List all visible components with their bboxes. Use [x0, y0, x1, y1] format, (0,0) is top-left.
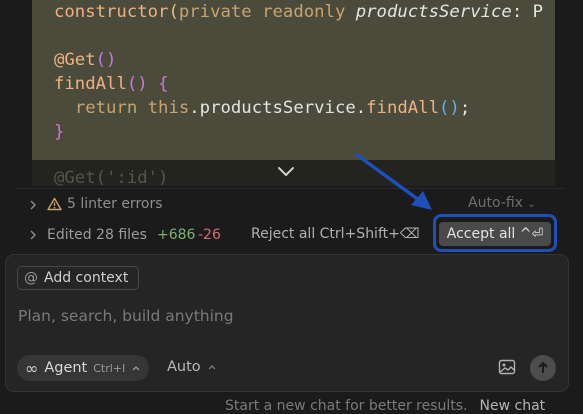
code-token: (	[168, 2, 179, 22]
code-token: private	[178, 2, 252, 22]
footer-hint: Start a new chat for better results. New …	[225, 398, 583, 414]
add-context-button[interactable]: @ Add context	[17, 266, 140, 290]
image-attach-icon[interactable]	[498, 359, 516, 375]
chevron-right-icon[interactable]	[29, 229, 37, 241]
code-token: ()	[95, 50, 117, 70]
code-token: .productsService.	[189, 98, 367, 118]
agent-mode-selector[interactable]: ∞ Agent Ctrl+I	[17, 355, 150, 381]
code-diff-block: constructor(private readonly productsSer…	[32, 0, 555, 160]
new-chat-link[interactable]: New chat	[480, 398, 546, 414]
model-label: Auto	[167, 359, 201, 375]
code-token: constructor	[54, 2, 169, 22]
chevron-up-icon	[208, 365, 216, 370]
at-sign-icon: @	[24, 270, 38, 286]
infinity-icon: ∞	[25, 358, 39, 378]
agent-shortcut-label: Ctrl+I	[93, 361, 126, 375]
accept-all-button[interactable]: Accept all ^⏎	[439, 222, 551, 246]
prompt-input[interactable]	[16, 303, 520, 329]
chevron-right-icon[interactable]	[29, 199, 37, 211]
deletions-count: -26	[198, 227, 221, 243]
code-token: {	[158, 74, 169, 94]
code-token: }	[54, 122, 65, 142]
code-token: this	[147, 98, 190, 118]
code-line-faded: @Get(':id')	[54, 168, 169, 186]
send-button[interactable]	[530, 355, 556, 381]
reject-all-button[interactable]: Reject all Ctrl+Shift+⌫	[251, 226, 420, 242]
code-token: findAll	[366, 98, 439, 118]
autofix-label: Auto-fix	[468, 195, 523, 211]
agent-mode-label: Agent	[44, 360, 88, 376]
code-line-return: return this.productsService.findAll();	[54, 96, 470, 120]
linter-errors-label: 5 linter errors	[67, 196, 163, 212]
code-token: productsService	[355, 2, 512, 22]
code-line-constructor: constructor(private readonly productsSer…	[54, 0, 543, 24]
code-token: : P	[511, 2, 544, 22]
edited-files-row[interactable]: Edited 28 files +686 -26 Reject all Ctrl…	[16, 214, 571, 252]
code-token: ;	[459, 98, 471, 118]
code-token: ()	[126, 74, 148, 94]
chevron-down-icon[interactable]	[277, 165, 295, 179]
code-line-close-brace: }	[54, 120, 64, 144]
code-token: readonly	[262, 2, 346, 22]
autofix-button[interactable]: Auto-fix ⌄	[468, 195, 536, 211]
chevron-down-icon: ⌄	[527, 199, 536, 210]
add-context-label: Add context	[44, 270, 129, 286]
code-token: ()	[439, 98, 460, 118]
warning-icon	[47, 197, 62, 211]
additions-count: +686	[157, 227, 196, 243]
code-line-findall: findAll() {	[54, 72, 168, 96]
code-token: findAll	[54, 74, 127, 94]
code-line-get-decorator: @Get()	[54, 48, 116, 72]
code-token: return	[74, 98, 138, 118]
chat-composer: @ Add context ∞ Agent Ctrl+I Auto	[5, 254, 569, 392]
edited-files-label: Edited 28 files	[47, 227, 147, 243]
arrow-up-icon	[538, 361, 548, 373]
footer-text: Start a new chat for better results.	[225, 398, 468, 414]
chevron-up-icon	[132, 366, 140, 371]
code-token: @Get	[54, 50, 96, 70]
model-selector[interactable]: Auto	[167, 359, 217, 375]
